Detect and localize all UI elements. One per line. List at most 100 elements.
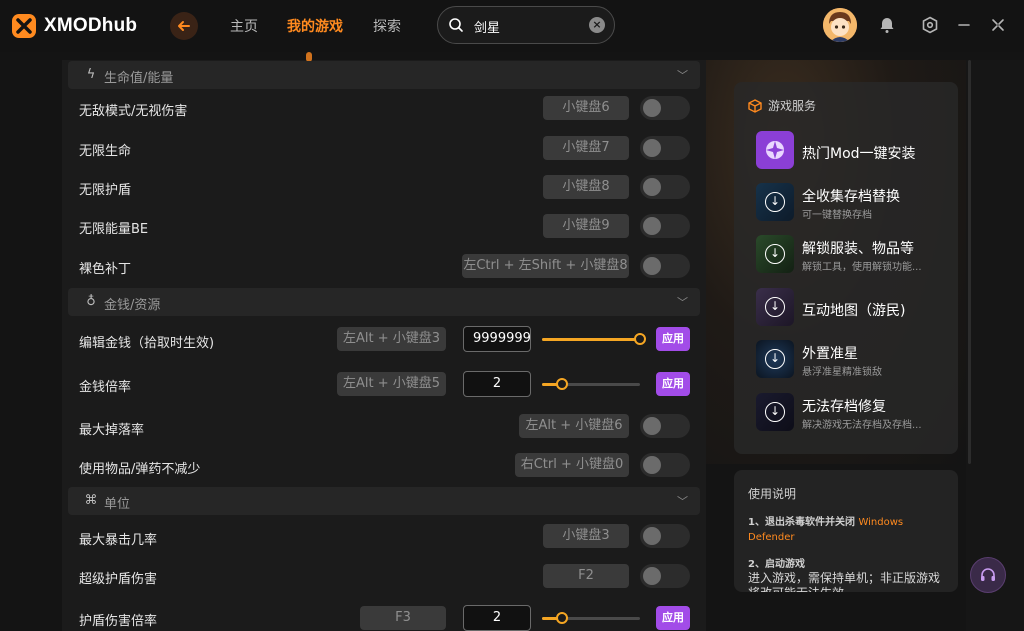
services-title: 游戏服务	[768, 99, 817, 113]
service-item-interactive-map[interactable]: ↓ 互动地图（游民)	[756, 288, 952, 328]
usage-guide-panel: 使用说明 1、退出杀毒软件并关闭 Windows Defender 2、启动游戏…	[734, 470, 958, 592]
service-subtitle: 解锁工具，使用解锁功能...	[802, 262, 922, 273]
cheat-toggle[interactable]	[640, 453, 690, 477]
search-input[interactable]: 剑星	[474, 17, 500, 36]
section-unit[interactable]: ⌘ 单位 ﹀	[68, 487, 700, 515]
clear-search-button[interactable]: ×	[589, 17, 605, 33]
search-box[interactable]: 剑星 ×	[437, 6, 615, 44]
service-subtitle: 悬浮准星精准锁敌	[802, 367, 882, 378]
cheat-label: 无限生命	[79, 144, 132, 159]
guide-step-2-text: 进入游戏，需保持单机；非正版游戏将改可能无法生效	[748, 571, 941, 592]
section-title: 生命值/能量	[104, 71, 174, 86]
cheat-label: 护盾伤害倍率	[79, 614, 158, 629]
download-icon: ↓	[756, 340, 794, 378]
money-bag-icon: ♁	[86, 294, 96, 309]
value-slider[interactable]	[542, 612, 640, 624]
hotkey-badge[interactable]: 左Alt + 小键盘6	[519, 414, 629, 438]
xmodhub-logo-icon	[12, 14, 36, 38]
nav-home[interactable]: 主页	[230, 16, 258, 36]
section-money-resources[interactable]: ♁ 金钱/资源 ﹀	[68, 288, 700, 316]
service-item-save-fix[interactable]: ↓ 无法存档修复 解决游戏无法存档及存档...	[756, 393, 952, 433]
value-input[interactable]: 9999999	[463, 326, 531, 352]
cube-icon	[748, 98, 762, 113]
hotkey-badge[interactable]: 小键盘6	[543, 96, 629, 120]
hotkey-badge[interactable]: F2	[543, 564, 629, 588]
search-icon	[449, 18, 463, 32]
guide-step-1: 1、退出杀毒软件并关闭 Windows Defender	[748, 515, 948, 545]
notification-icon[interactable]	[878, 16, 896, 34]
hotkey-badge[interactable]: 小键盘7	[543, 136, 629, 160]
services-header: 游戏服务	[748, 97, 816, 114]
cheat-toggle[interactable]	[640, 254, 690, 278]
brand-name: XMODhub	[44, 15, 138, 36]
nav-my-games[interactable]: 我的游戏	[287, 16, 343, 36]
value-input[interactable]: 2	[463, 371, 531, 397]
user-avatar-icon	[823, 8, 857, 42]
cheat-label: 裸色补丁	[79, 262, 132, 277]
slider-knob[interactable]	[634, 333, 646, 345]
service-subtitle: 解决游戏无法存档及存档...	[802, 420, 922, 431]
value-slider[interactable]	[542, 378, 640, 390]
chevron-down-icon[interactable]: ﹀	[677, 67, 688, 83]
avatar[interactable]	[823, 8, 857, 42]
nav-explore[interactable]: 探索	[373, 16, 401, 36]
scrollbar[interactable]	[968, 60, 971, 464]
guide-title: 使用说明	[748, 487, 797, 501]
service-subtitle: 可一键替换存档	[802, 210, 872, 221]
download-icon: ↓	[756, 393, 794, 431]
cheat-toggle[interactable]	[640, 96, 690, 120]
service-title: 全收集存档替换	[802, 189, 900, 205]
mod-install-icon	[756, 131, 794, 169]
chevron-down-icon[interactable]: ﹀	[677, 294, 688, 310]
hotkey-badge[interactable]: 小键盘9	[543, 214, 629, 238]
hotkey-badge[interactable]: 右Ctrl + 小键盘0	[515, 453, 629, 477]
cheat-toggle[interactable]	[640, 175, 690, 199]
service-item-unlock[interactable]: ↓ 解锁服装、物品等 解锁工具，使用解锁功能...	[756, 235, 952, 275]
cheat-toggle[interactable]	[640, 564, 690, 588]
apply-button[interactable]: 应用	[656, 606, 690, 630]
lightning-icon: ϟ	[86, 67, 96, 82]
back-button[interactable]	[170, 12, 198, 40]
top-bar: XMODhub 主页 我的游戏 探索 剑星 ×	[0, 0, 1024, 52]
section-title: 金钱/资源	[104, 298, 161, 313]
cheat-toggle[interactable]	[640, 136, 690, 160]
cheat-label: 无限能量BE	[79, 222, 149, 237]
service-title: 解锁服装、物品等	[802, 241, 914, 257]
service-item-crosshair[interactable]: ↓ 外置准星 悬浮准星精准锁敌	[756, 340, 952, 380]
service-title: 热门Mod一键安装	[802, 146, 916, 162]
value-slider[interactable]	[542, 333, 646, 345]
right-gutter	[966, 60, 1024, 631]
app-logo[interactable]: XMODhub	[10, 12, 137, 40]
cheat-toggle[interactable]	[640, 524, 690, 548]
apply-button[interactable]: 应用	[656, 372, 690, 396]
slider-knob[interactable]	[556, 378, 568, 390]
cheat-label: 使用物品/弹药不减少	[79, 462, 201, 477]
service-item-mod-install[interactable]: 热门Mod一键安装	[756, 131, 952, 171]
download-icon: ↓	[756, 288, 794, 326]
download-icon: ↓	[756, 183, 794, 221]
value-input[interactable]: 2	[463, 605, 531, 631]
service-item-save-replace[interactable]: ↓ 全收集存档替换 可一键替换存档	[756, 183, 952, 223]
close-icon[interactable]	[989, 16, 1007, 34]
download-icon: ↓	[756, 235, 794, 273]
settings-icon[interactable]	[921, 16, 939, 34]
minimize-icon[interactable]	[955, 16, 973, 34]
chevron-down-icon[interactable]: ﹀	[677, 493, 688, 509]
section-title: 单位	[104, 497, 131, 512]
headset-icon	[981, 568, 995, 581]
hotkey-badge[interactable]: 左Alt + 小键盘5	[337, 372, 446, 396]
hotkey-badge[interactable]: 左Ctrl + 左Shift + 小键盘8	[462, 254, 629, 278]
hotkey-badge[interactable]: F3	[360, 606, 446, 630]
hotkey-badge[interactable]: 小键盘8	[543, 175, 629, 199]
cheat-toggle[interactable]	[640, 414, 690, 438]
cheat-label: 无敌模式/无视伤害	[79, 104, 188, 119]
slider-fill	[542, 338, 640, 341]
hotkey-badge[interactable]: 左Alt + 小键盘3	[337, 327, 446, 351]
cheat-toggle[interactable]	[640, 214, 690, 238]
cheat-label: 最大掉落率	[79, 423, 145, 438]
slider-knob[interactable]	[556, 612, 568, 624]
apply-button[interactable]: 应用	[656, 327, 690, 351]
support-button[interactable]	[970, 557, 1006, 593]
hotkey-badge[interactable]: 小键盘3	[543, 524, 629, 548]
section-health-energy[interactable]: ϟ 生命值/能量 ﹀	[68, 61, 700, 89]
